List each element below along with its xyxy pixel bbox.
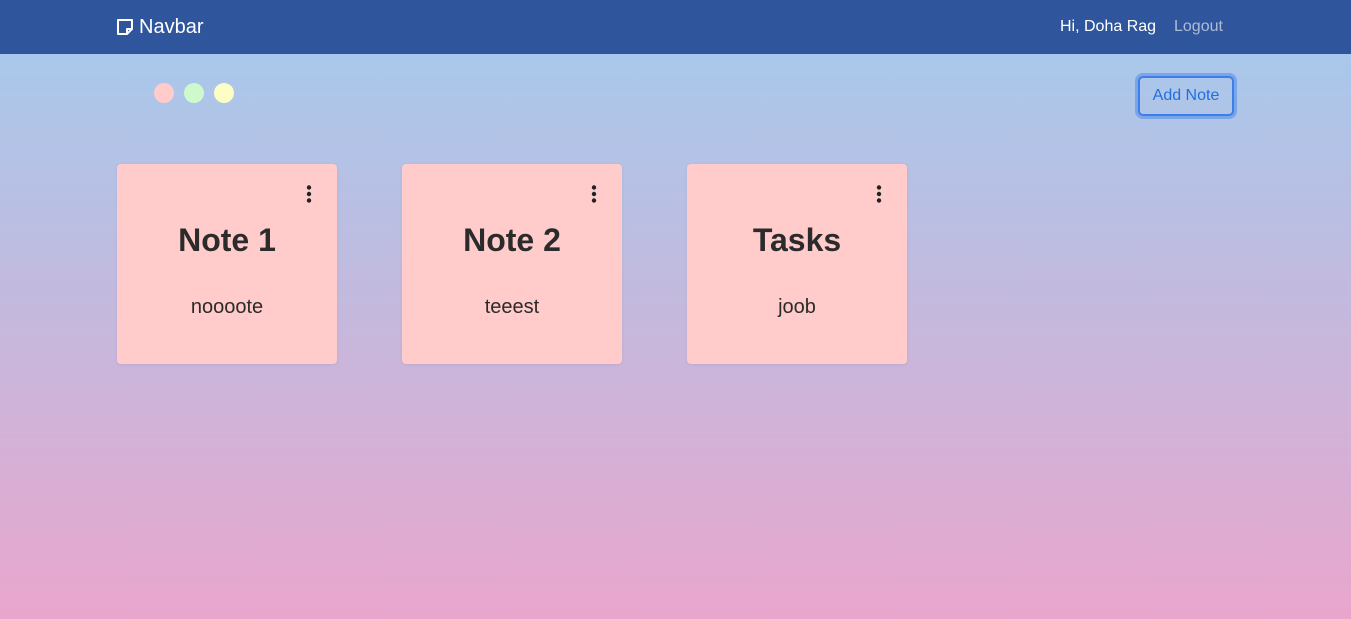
note-title: Note 1 [178, 222, 276, 258]
kebab-menu-icon[interactable] [303, 184, 315, 204]
note-card[interactable]: Tasks joob [687, 164, 907, 364]
logout-link[interactable]: Logout [1174, 0, 1223, 54]
note-card[interactable]: Note 2 teeest [402, 164, 622, 364]
note-title: Note 2 [463, 222, 561, 258]
color-dot-yellow[interactable] [214, 83, 234, 103]
sticky-note-icon [116, 18, 134, 36]
navbar-brand[interactable]: Navbar [116, 0, 203, 54]
note-body: joob [778, 296, 816, 318]
user-greeting: Hi, Doha Rag [1060, 18, 1157, 35]
kebab-menu-icon[interactable] [588, 184, 600, 204]
navbar-brand-label: Navbar [139, 15, 204, 38]
note-card[interactable]: Note 1 noooote [117, 164, 337, 364]
add-note-button[interactable]: Add Note [1138, 76, 1234, 116]
color-dot-green[interactable] [184, 83, 204, 103]
kebab-menu-icon[interactable] [873, 184, 885, 204]
navbar: Navbar Hi, Doha Rag Logout [0, 0, 1351, 54]
note-body: teeest [484, 296, 540, 318]
note-body: noooote [190, 296, 264, 318]
note-title: Tasks [752, 222, 842, 258]
color-dot-pink[interactable] [154, 83, 174, 103]
